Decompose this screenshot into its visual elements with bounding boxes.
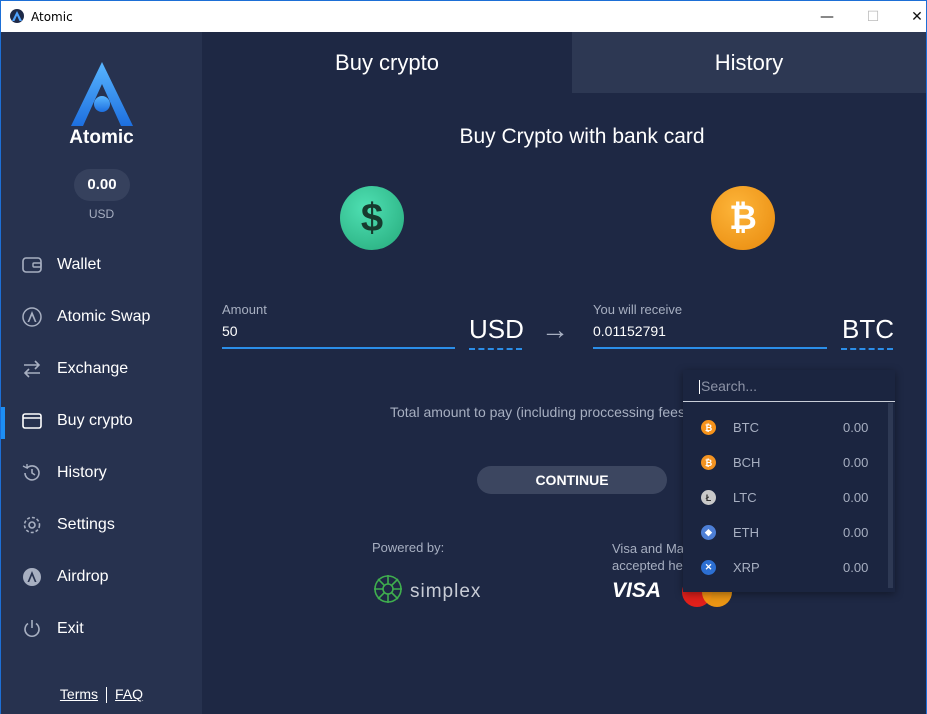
visa-logo: VISA xyxy=(612,579,662,602)
ltc-icon: Ł xyxy=(701,490,716,505)
brand-name: Atomic xyxy=(69,127,134,148)
simplex-logo: simplex xyxy=(372,573,481,610)
gear-icon xyxy=(21,514,43,536)
atomic-swap-icon xyxy=(21,306,43,328)
terms-link[interactable]: Terms xyxy=(60,686,98,702)
bch-icon: ₿ xyxy=(701,455,716,470)
currency-option-ltc[interactable]: Ł LTC 0.00 xyxy=(683,480,888,515)
fiat-currency-underline xyxy=(469,348,522,350)
minimize-button[interactable]: — xyxy=(804,1,850,32)
power-icon xyxy=(21,618,43,640)
currency-symbol: BTC xyxy=(733,420,759,435)
title-bar: Atomic — ☐ ✕ xyxy=(1,1,926,32)
balance-currency: USD xyxy=(88,207,115,221)
sidebar-item-exit[interactable]: Exit xyxy=(1,603,202,655)
currency-symbol: XRP xyxy=(733,560,760,575)
exchange-icon xyxy=(21,358,43,380)
sidebar-item-label: Atomic Swap xyxy=(57,308,151,325)
total-amount-text: Total amount to pay (including proccessi… xyxy=(390,404,685,420)
amount-field[interactable]: Amount 50 xyxy=(222,302,455,349)
faq-link[interactable]: FAQ xyxy=(115,686,143,702)
balance-value: 0.00 xyxy=(74,169,130,201)
sidebar-item-label: History xyxy=(57,464,107,481)
sidebar-item-wallet[interactable]: Wallet xyxy=(1,239,202,291)
sidebar-item-label: Airdrop xyxy=(57,568,109,585)
currency-balance: 0.00 xyxy=(843,455,869,470)
currency-option-xrp[interactable]: ✕ XRP 0.00 xyxy=(683,550,888,585)
cards-accepted-text: Visa and Ma accepted he xyxy=(612,540,692,574)
amount-underline xyxy=(222,347,455,349)
tab-buy-crypto[interactable]: Buy crypto xyxy=(202,32,572,93)
sidebar: Atomic 0.00 USD Wallet Atomic Swap Excha xyxy=(1,32,202,714)
usd-coin-icon: $ xyxy=(340,186,404,250)
currency-balance: 0.00 xyxy=(843,490,869,505)
currency-option-bch[interactable]: ₿ BCH 0.00 xyxy=(683,445,888,480)
continue-button[interactable]: CONTINUE xyxy=(477,466,667,494)
sidebar-item-airdrop[interactable]: Airdrop xyxy=(1,551,202,603)
arrow-right-icon: → xyxy=(541,314,569,345)
currency-symbol: LTC xyxy=(733,490,757,505)
sidebar-item-label: Settings xyxy=(57,516,115,533)
currency-symbol: BCH xyxy=(733,455,761,470)
sidebar-nav: Wallet Atomic Swap Exchange Buy crypto H… xyxy=(1,239,202,655)
currency-dropdown: Search... ₿ BTC 0.00 ₿ BCH 0.00 Ł LTC 0.… xyxy=(683,370,895,592)
text-cursor xyxy=(699,380,700,395)
receive-underline xyxy=(593,347,827,349)
powered-by-label: Powered by: xyxy=(372,540,445,555)
card-icon xyxy=(21,410,43,432)
xrp-icon: ✕ xyxy=(701,560,716,575)
eth-icon: ◆ xyxy=(701,525,716,540)
fiat-currency-selector[interactable]: USD xyxy=(469,314,524,345)
currency-balance: 0.00 xyxy=(843,525,869,540)
wallet-icon xyxy=(21,254,43,276)
simplex-wordmark: simplex xyxy=(410,580,482,602)
sidebar-item-exchange[interactable]: Exchange xyxy=(1,343,202,395)
currency-option-eth[interactable]: ◆ ETH 0.00 xyxy=(683,515,888,550)
cards-accepted-line-1: Visa and Ma xyxy=(612,541,685,556)
window-title: Atomic xyxy=(31,10,73,24)
sidebar-item-history[interactable]: History xyxy=(1,447,202,499)
cards-accepted-line-2: accepted he xyxy=(612,558,683,573)
footer-links: Terms FAQ xyxy=(1,686,202,704)
sidebar-item-label: Exit xyxy=(57,620,84,637)
crypto-currency-underline xyxy=(841,348,893,350)
tab-history[interactable]: History xyxy=(572,32,926,93)
btc-icon: ₿ xyxy=(701,420,716,435)
receive-value: 0.01152791 xyxy=(593,323,666,339)
currency-balance: 0.00 xyxy=(843,560,869,575)
sidebar-item-label: Wallet xyxy=(57,256,101,273)
airdrop-icon xyxy=(21,566,43,588)
simplex-icon xyxy=(372,573,404,610)
search-placeholder: Search... xyxy=(701,378,758,394)
sidebar-item-label: Buy crypto xyxy=(57,412,133,429)
currency-list: ₿ BTC 0.00 ₿ BCH 0.00 Ł LTC 0.00 ◆ ETH 0… xyxy=(683,410,888,585)
crypto-currency-selector[interactable]: BTC xyxy=(842,314,894,345)
atomic-app-icon xyxy=(10,9,24,23)
sidebar-item-atomic-swap[interactable]: Atomic Swap xyxy=(1,291,202,343)
page-title: Buy Crypto with bank card xyxy=(459,125,705,148)
footer-divider xyxy=(106,687,108,704)
currency-symbol: ETH xyxy=(733,525,759,540)
maximize-button[interactable]: ☐ xyxy=(850,1,896,32)
close-button[interactable]: ✕ xyxy=(894,1,927,32)
currency-search-input[interactable]: Search... xyxy=(683,370,895,402)
currency-balance: 0.00 xyxy=(843,420,869,435)
sidebar-item-buy-crypto[interactable]: Buy crypto xyxy=(1,395,202,447)
atomic-logo-icon xyxy=(67,60,137,130)
history-icon xyxy=(21,462,43,484)
currency-option-btc[interactable]: ₿ BTC 0.00 xyxy=(683,410,888,445)
amount-label: Amount xyxy=(222,302,267,317)
sidebar-item-label: Exchange xyxy=(57,360,129,377)
amount-input[interactable]: 50 xyxy=(222,323,455,339)
btc-coin-icon: ₿ xyxy=(711,186,775,250)
app-window: Atomic — ☐ ✕ Atomic 0.00 USD Wallet Atom… xyxy=(0,0,927,714)
sidebar-item-settings[interactable]: Settings xyxy=(1,499,202,551)
receive-field: You will receive 0.01152791 xyxy=(593,302,827,349)
dropdown-scrollbar[interactable] xyxy=(888,403,893,588)
receive-label: You will receive xyxy=(593,302,683,317)
